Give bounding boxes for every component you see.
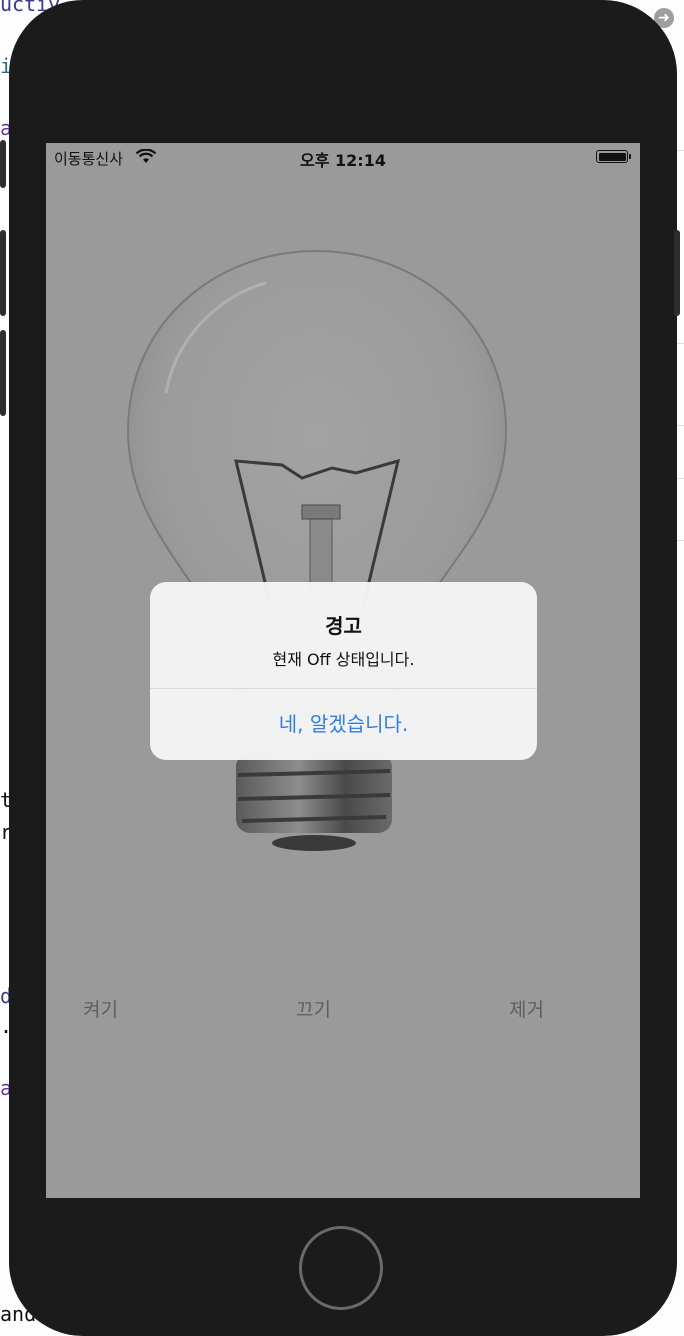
power-button bbox=[674, 230, 680, 316]
app-screen: 이동통신사 오후 12:14 켜기 끄기 제거 경고 현재 Off 상태입니다.… bbox=[46, 143, 640, 1198]
on-button[interactable]: 켜기 bbox=[83, 995, 118, 1022]
alert-message: 현재 Off 상태입니다. bbox=[272, 650, 415, 669]
alert-title: 경고 bbox=[325, 614, 362, 638]
remove-button[interactable]: 제거 bbox=[509, 995, 544, 1022]
alert-dialog: 경고 현재 Off 상태입니다. 네, 알겠습니다. bbox=[150, 582, 537, 760]
off-button[interactable]: 끄기 bbox=[296, 995, 331, 1022]
volume-down-button bbox=[0, 330, 6, 416]
home-button[interactable] bbox=[299, 1226, 383, 1310]
volume-up-button bbox=[0, 230, 6, 316]
mute-switch bbox=[0, 140, 6, 188]
control-buttons: 켜기 끄기 제거 bbox=[46, 995, 640, 1025]
alert-confirm-button[interactable]: 네, 알겠습니다. bbox=[150, 688, 537, 760]
